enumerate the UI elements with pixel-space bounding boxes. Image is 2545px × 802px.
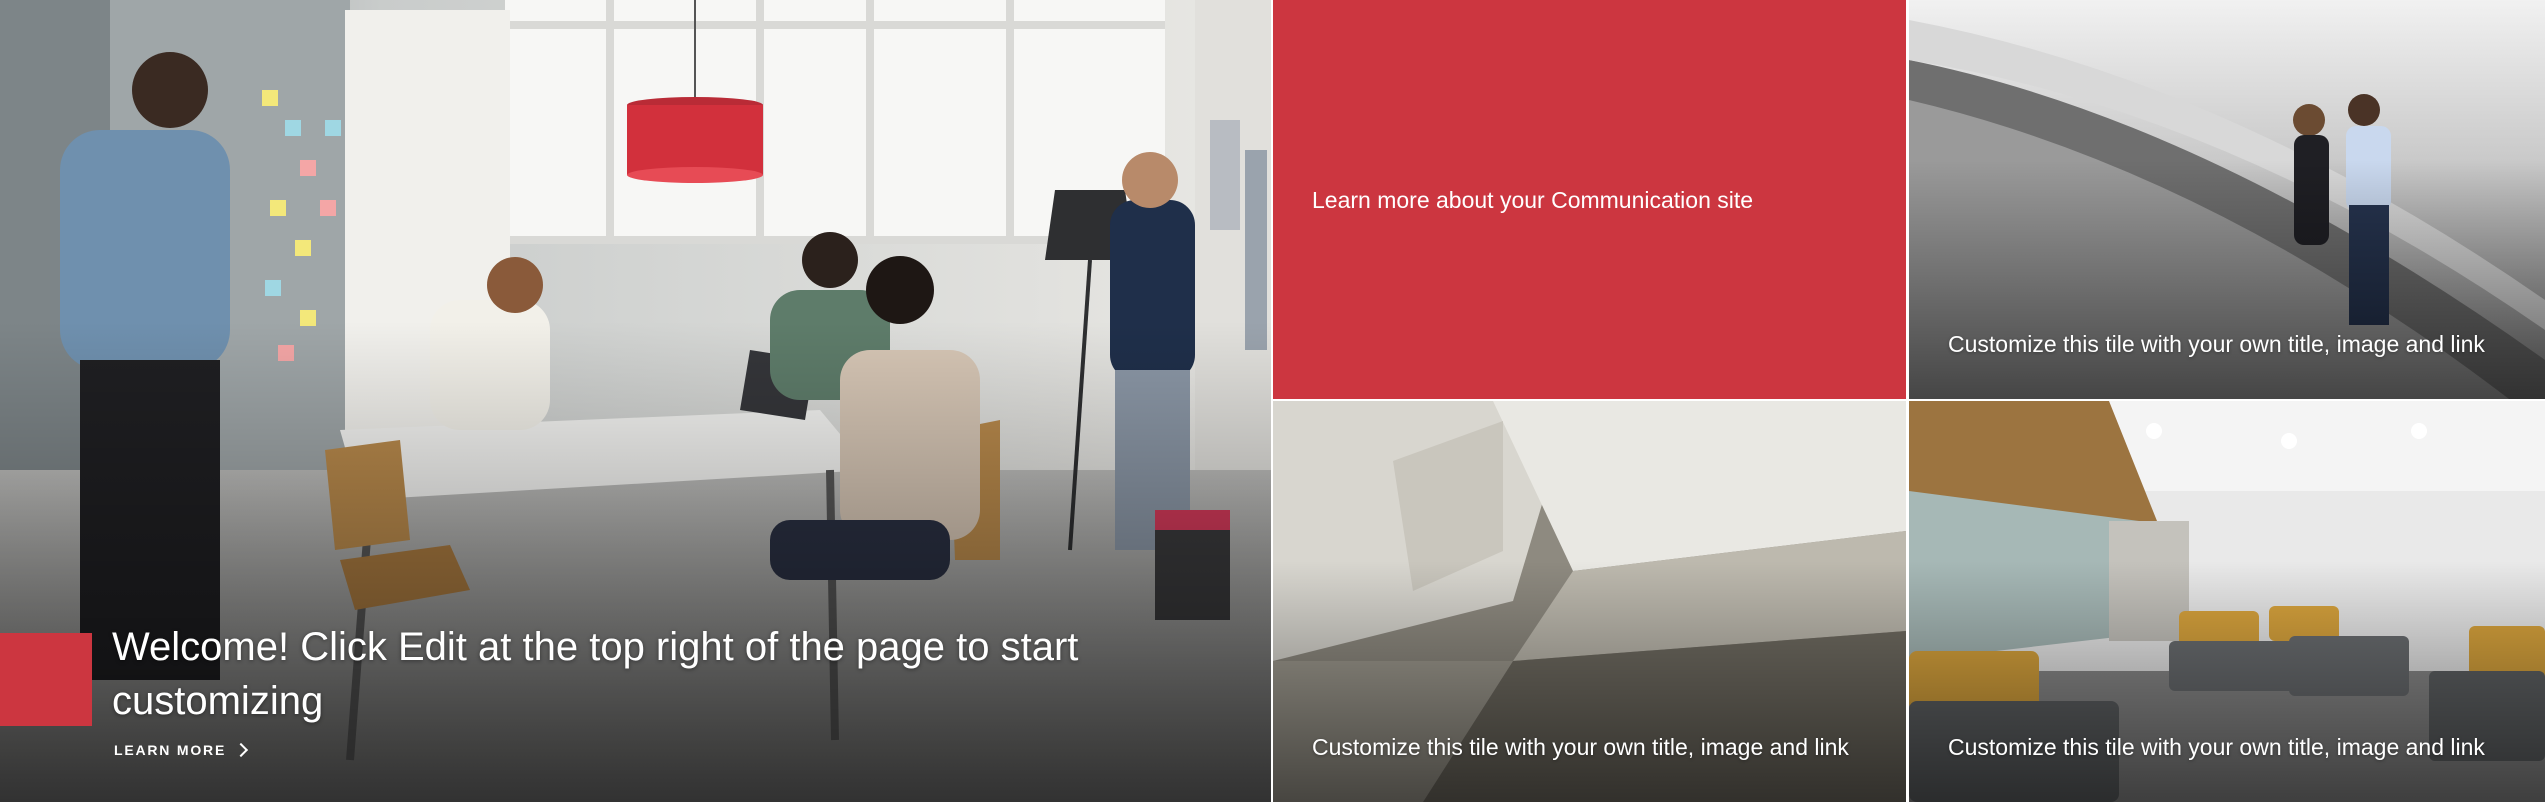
hero-web-part: Welcome! Click Edit at the top right of … [0,0,2545,802]
hero-tile-communication[interactable]: Learn more about your Communication site [1273,0,1906,399]
hero-main-title: Welcome! Click Edit at the top right of … [112,625,1079,723]
learn-more-link[interactable]: LEARN MORE [114,742,249,758]
hero-main-tile[interactable]: Welcome! Click Edit at the top right of … [0,0,1271,802]
learn-more-label: LEARN MORE [114,742,227,758]
title-accent-block [0,633,92,726]
tile-caption: Customize this tile with your own title,… [1948,331,2485,357]
tile-caption: Learn more about your Communication site [1312,187,1754,213]
tile-caption: Customize this tile with your own title,… [1312,734,1849,760]
chevron-right-icon [234,742,249,758]
tile-caption: Customize this tile with your own title,… [1948,734,2485,760]
hero-tile-3[interactable]: Customize this tile with your own title,… [1273,401,1906,802]
hero-tile-4[interactable]: Customize this tile with your own title,… [1909,401,2545,802]
hero-tile-2[interactable]: Customize this tile with your own title,… [1909,0,2545,399]
